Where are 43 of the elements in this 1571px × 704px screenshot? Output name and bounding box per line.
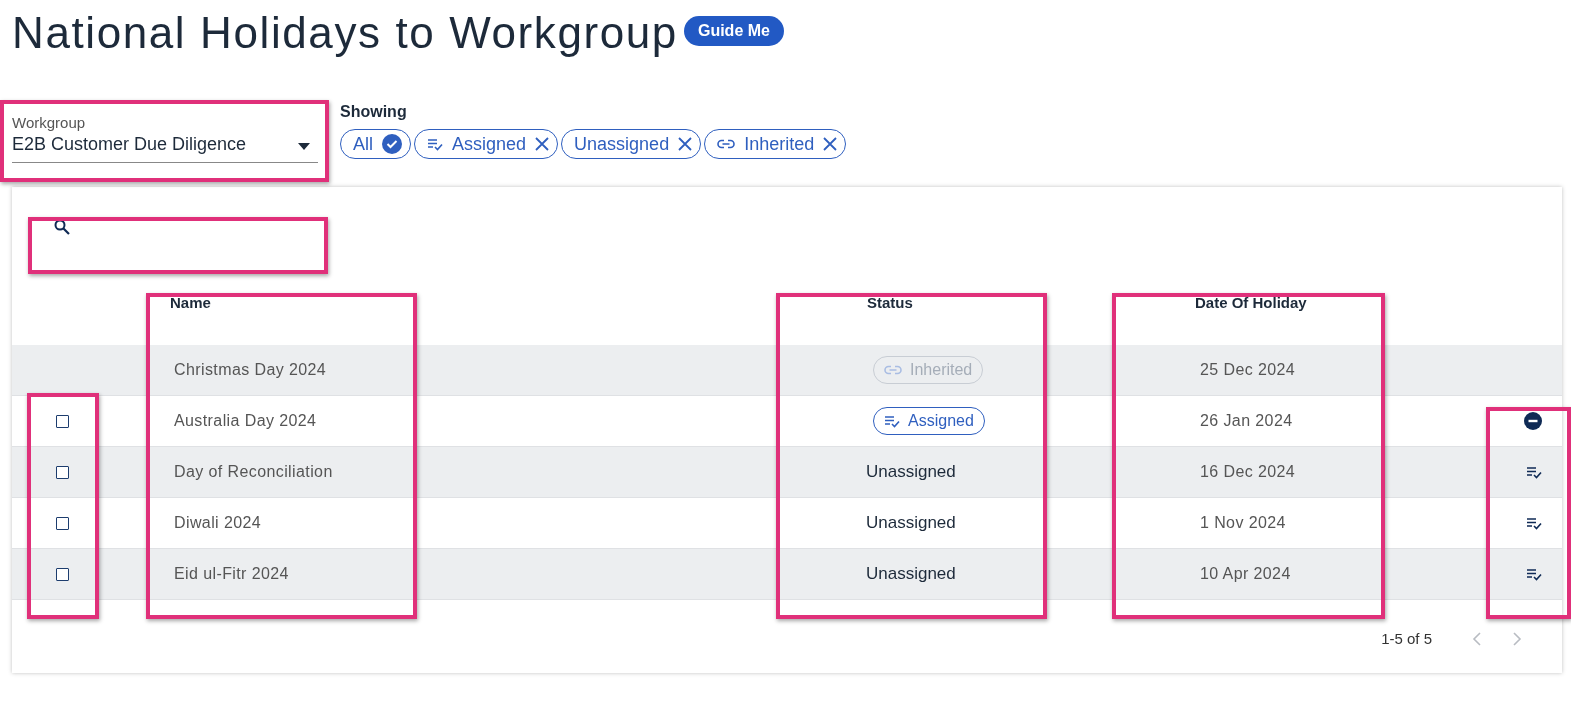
holiday-date: 1 Nov 2024 bbox=[1199, 514, 1287, 532]
caret-icon bbox=[298, 143, 310, 150]
row-checkbox[interactable] bbox=[56, 414, 69, 428]
workgroup-dropdown[interactable]: Workgroup E2B Customer Due Diligence bbox=[12, 110, 318, 163]
column-header: Name bbox=[169, 294, 212, 311]
column-header: Date Of Holiday bbox=[1194, 294, 1308, 311]
row-checkbox[interactable] bbox=[56, 465, 69, 479]
holiday-name: Day of Reconciliation bbox=[173, 463, 334, 481]
row-checkbox[interactable] bbox=[56, 567, 69, 581]
list-check-icon bbox=[1526, 465, 1542, 479]
pagination-range: 1-5 of 5 bbox=[1381, 630, 1432, 647]
filter-chip[interactable]: Inherited bbox=[704, 129, 847, 159]
assign-button[interactable] bbox=[1526, 465, 1542, 479]
holiday-date: 10 Apr 2024 bbox=[1199, 565, 1292, 583]
link-icon bbox=[717, 139, 736, 149]
search-icon bbox=[54, 219, 70, 235]
list-check-icon bbox=[427, 137, 443, 151]
page-title: National Holidays to Workgroup bbox=[12, 8, 678, 58]
holiday-name: Australia Day 2024 bbox=[173, 412, 318, 430]
status-badge: Assigned bbox=[873, 407, 985, 435]
remove-button[interactable] bbox=[1524, 412, 1542, 430]
list-check-icon bbox=[1526, 516, 1542, 530]
list-check-icon bbox=[884, 414, 900, 428]
holiday-date: 16 Dec 2024 bbox=[1199, 463, 1297, 481]
status-text: Unassigned bbox=[866, 564, 956, 584]
holiday-name: Eid ul-Fitr 2024 bbox=[173, 565, 290, 583]
filter-chip[interactable]: Unassigned bbox=[561, 129, 702, 159]
filter-chip[interactable]: Assigned bbox=[414, 129, 559, 159]
holiday-name: Christmas Day 2024 bbox=[173, 361, 328, 379]
holiday-name: Diwali 2024 bbox=[173, 514, 263, 532]
showing-label: Showing bbox=[340, 103, 408, 121]
guide-me-button[interactable]: Guide Me bbox=[683, 16, 784, 46]
filter-chip[interactable]: All bbox=[340, 129, 411, 159]
row-checkbox[interactable] bbox=[56, 516, 69, 530]
list-check-icon bbox=[1526, 567, 1542, 581]
link-icon bbox=[884, 365, 902, 375]
column-header: Status bbox=[866, 294, 914, 311]
status-text: Unassigned bbox=[866, 462, 956, 482]
assign-button[interactable] bbox=[1526, 567, 1542, 581]
status-text: Unassigned bbox=[866, 513, 956, 533]
assign-button[interactable] bbox=[1526, 516, 1542, 530]
holiday-date: 25 Dec 2024 bbox=[1199, 361, 1297, 379]
holiday-date: 26 Jan 2024 bbox=[1199, 412, 1294, 430]
